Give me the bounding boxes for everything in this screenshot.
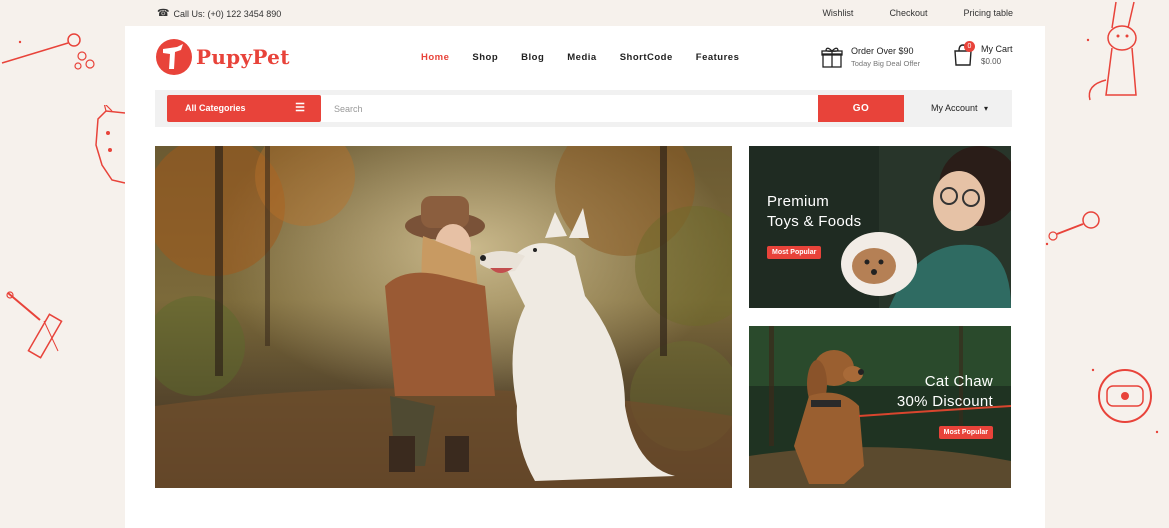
toy-doodle-right: [1045, 211, 1100, 246]
order-offer[interactable]: Order Over $90 Today Big Deal Offer: [821, 46, 920, 68]
woman-with-dog-photo: [155, 146, 732, 488]
go-button[interactable]: GO: [818, 95, 904, 122]
nav-blog[interactable]: Blog: [521, 52, 544, 63]
nav-home[interactable]: Home: [421, 52, 449, 63]
banner-1-line2: Toys & Foods: [767, 213, 862, 230]
hero-image[interactable]: [155, 146, 732, 488]
gift-icon: [821, 47, 843, 68]
checkout-link[interactable]: Checkout: [889, 8, 927, 18]
nav-shop[interactable]: Shop: [472, 52, 498, 63]
call-us-text: Call Us: (+0) 122 3454 890: [173, 8, 282, 19]
banner-2-title: Cat Chaw 30% Discount: [897, 372, 993, 412]
banner-1-title: Premium Toys & Foods: [767, 192, 861, 232]
cart-label: My Cart: [981, 44, 1013, 54]
banner-2-line2: 30% Discount: [896, 393, 993, 410]
order-subtitle: Today Big Deal Offer: [851, 59, 921, 68]
all-categories-label: All Categories: [185, 103, 246, 113]
most-popular-badge: Most Popular: [767, 246, 822, 259]
cart-amount: $0.00: [981, 57, 1002, 66]
cart-count-badge: 0: [964, 41, 975, 52]
banner-1-line1: Premium: [767, 193, 830, 210]
phone-icon: ☎: [157, 8, 170, 19]
bag-doodle-right: [1091, 368, 1159, 434]
nav-features[interactable]: Features: [696, 52, 740, 63]
wishlist-link[interactable]: Wishlist: [822, 8, 853, 18]
chevron-down-icon: ▾: [984, 104, 989, 113]
pricing-table-link[interactable]: Pricing table: [963, 8, 1013, 18]
cat-doodle-left: [95, 105, 126, 184]
call-us: ☎ Call Us: (+0) 122 3454 890: [157, 8, 281, 19]
menu-icon: ☰: [295, 102, 305, 114]
nav-shortcode[interactable]: ShortCode: [620, 52, 673, 63]
logo[interactable]: PupyPet: [155, 38, 290, 76]
my-account-label: My Account: [931, 103, 978, 113]
search-bar: All Categories ☰ GO My Account ▾: [155, 90, 1012, 127]
banner-cat-chaw[interactable]: Cat Chaw 30% Discount Most Popular: [749, 326, 1011, 488]
main-container: PupyPet Home Shop Blog Media ShortCode F…: [125, 26, 1045, 528]
logo-text: PupyPet: [196, 45, 290, 69]
header: PupyPet Home Shop Blog Media ShortCode F…: [125, 26, 1045, 90]
banner-2-line1: Cat Chaw: [924, 373, 993, 390]
top-links: Wishlist Checkout Pricing table: [786, 8, 1013, 18]
brush-doodle-left: [6, 291, 63, 359]
my-account-dropdown[interactable]: My Account ▾: [931, 95, 988, 122]
banner-premium-toys[interactable]: Premium Toys & Foods Most Popular: [749, 146, 1011, 308]
search-input[interactable]: [321, 95, 818, 122]
cart[interactable]: 0 My Cart $0.00: [953, 41, 1013, 66]
top-bar: ☎ Call Us: (+0) 122 3454 890 Wishlist Ch…: [0, 0, 1169, 26]
toy-doodle-left: [1, 33, 95, 70]
nav-media[interactable]: Media: [567, 52, 596, 63]
paw-logo-icon: [156, 39, 192, 75]
main-nav: Home Shop Blog Media ShortCode Features: [421, 52, 762, 63]
most-popular-badge: Most Popular: [938, 426, 993, 439]
all-categories-button[interactable]: All Categories ☰: [167, 95, 321, 122]
order-title: Order Over $90: [851, 46, 914, 56]
